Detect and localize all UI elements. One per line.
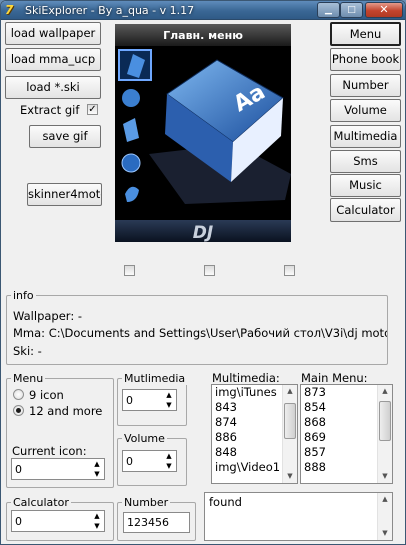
scroll-up-icon[interactable]: ▲ — [283, 385, 297, 398]
down-arrow-icon[interactable]: ▼ — [90, 521, 104, 531]
mutlimedia-group-label: Mutlimedia — [122, 372, 188, 385]
preview-disc-icon — [121, 153, 141, 173]
preview-globe-icon — [122, 89, 140, 107]
info-ski: Ski: - — [13, 344, 42, 358]
info-group-label: info — [11, 289, 36, 302]
up-arrow-icon[interactable]: ▲ — [162, 451, 176, 461]
down-arrow-icon[interactable]: ▼ — [162, 461, 176, 471]
calculator-group-label: Calculator — [11, 496, 71, 509]
skin-preview: Главн. меню Aa DJ — [115, 24, 291, 242]
extract-gif-label: Extract gif — [20, 103, 80, 117]
radio-12-and-more-label: 12 and more — [29, 404, 103, 418]
app-icon: 7 — [5, 3, 14, 17]
preview-option-checkbox-2[interactable] — [204, 265, 215, 276]
up-arrow-icon[interactable]: ▲ — [162, 390, 176, 400]
skinner4moto-button[interactable]: skinner4moto — [27, 183, 102, 206]
main-menu-list[interactable]: 873 854 868 869 857 888 ▲ ▼ — [300, 384, 393, 484]
scroll-down-icon[interactable]: ▼ — [378, 470, 392, 483]
close-button[interactable]: ✕ — [365, 2, 403, 18]
info-mma-path: Mma: C:\Documents and Settings\User\Рабо… — [13, 326, 387, 340]
mutlimedia-stepper[interactable]: 0 ▲ ▼ — [122, 389, 177, 411]
number-button[interactable]: Number — [330, 74, 401, 97]
radio-9-icon-label: 9 icon — [29, 388, 64, 402]
load-ski-button[interactable]: load *.ski — [5, 76, 101, 99]
calculator-stepper[interactable]: 0 ▲ ▼ — [11, 510, 105, 532]
volume-group-label: Volume — [122, 432, 167, 445]
multimedia-scrollbar[interactable]: ▲ ▼ — [282, 385, 297, 483]
scroll-down-icon[interactable]: ▼ — [378, 527, 392, 540]
number-value: 123456 — [127, 516, 169, 529]
preview-option-checkbox-1[interactable] — [124, 265, 135, 276]
found-text: found — [209, 495, 242, 509]
current-icon-stepper[interactable]: 0 ▲ ▼ — [11, 458, 105, 480]
calculator-button[interactable]: Calculator — [330, 198, 401, 222]
number-input[interactable]: 123456 — [123, 512, 190, 533]
save-gif-button[interactable]: save gif — [29, 125, 101, 148]
up-arrow-icon[interactable]: ▲ — [90, 511, 104, 521]
menu-button[interactable]: Menu — [330, 22, 401, 46]
scroll-thumb[interactable] — [379, 401, 391, 441]
app-window: 7 SkiExplorer - By a_qua - v 1.17 ▁ □ ✕ … — [0, 0, 406, 545]
main-menu-scrollbar[interactable]: ▲ ▼ — [377, 385, 392, 483]
radio-9-icon[interactable] — [13, 389, 24, 400]
load-wallpaper-button[interactable]: load wallpaper — [5, 22, 101, 45]
multimedia-list[interactable]: img\iTunes 843 874 886 848 img\Video1 ▲ … — [211, 384, 298, 484]
scroll-up-icon[interactable]: ▲ — [378, 385, 392, 398]
maximize-button[interactable]: □ — [340, 2, 363, 18]
preview-footer-text: DJ — [193, 223, 213, 242]
extract-gif-checkbox[interactable]: ✓ — [87, 104, 98, 115]
multimedia-button[interactable]: Multimedia — [330, 125, 401, 148]
phone-book-button[interactable]: Phone book — [330, 48, 401, 71]
multimedia-list-label: Multimedia: — [212, 371, 280, 385]
scroll-up-icon[interactable]: ▲ — [378, 493, 392, 506]
volume-stepper[interactable]: 0 ▲ ▼ — [122, 450, 177, 472]
current-icon-value: 0 — [15, 463, 22, 476]
mutlimedia-value: 0 — [126, 394, 133, 407]
found-output[interactable]: found ▲ ▼ — [204, 492, 393, 541]
sms-button[interactable]: Sms — [330, 150, 401, 173]
number-group-label: Number — [122, 496, 171, 509]
load-mma-button[interactable]: load mma_ucp — [5, 48, 101, 71]
info-wallpaper: Wallpaper: - — [13, 309, 82, 323]
music-button[interactable]: Music — [330, 174, 401, 197]
preview-header-text: Главн. меню — [163, 29, 243, 42]
preview-image: Главн. меню Aa DJ — [115, 24, 291, 242]
window-title: SkiExplorer - By a_qua - v 1.17 — [25, 4, 195, 17]
down-arrow-icon[interactable]: ▼ — [90, 469, 104, 479]
up-arrow-icon[interactable]: ▲ — [90, 459, 104, 469]
volume-value: 0 — [126, 455, 133, 468]
found-scrollbar[interactable]: ▲ ▼ — [377, 493, 392, 540]
scroll-thumb[interactable] — [284, 403, 296, 439]
menu-group-label: Menu — [11, 372, 46, 385]
down-arrow-icon[interactable]: ▼ — [162, 400, 176, 410]
preview-option-checkbox-3[interactable] — [284, 265, 295, 276]
main-menu-list-label: Main Menu: — [301, 371, 368, 385]
title-bar[interactable]: 7 SkiExplorer - By a_qua - v 1.17 ▁ □ ✕ — [1, 1, 405, 20]
current-icon-label: Current icon: — [12, 444, 87, 458]
calculator-value: 0 — [15, 515, 22, 528]
minimize-button[interactable]: ▁ — [317, 2, 340, 18]
radio-12-and-more[interactable] — [13, 405, 24, 416]
scroll-down-icon[interactable]: ▼ — [283, 470, 297, 483]
volume-button[interactable]: Volume — [330, 99, 401, 122]
